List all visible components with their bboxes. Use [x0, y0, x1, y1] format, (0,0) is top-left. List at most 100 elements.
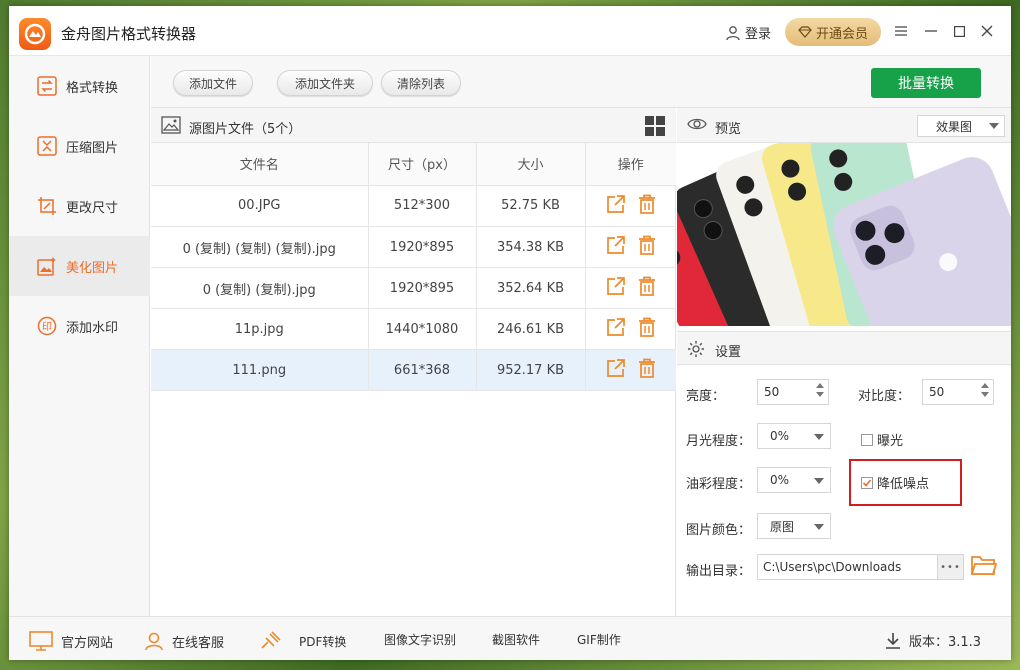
dimensions-cell: 661*368 — [368, 349, 477, 391]
column-header-size: 大小 — [476, 143, 586, 186]
table-row[interactable]: 111.png 661*368 952.17 KB — [151, 349, 676, 391]
version-label: 版本：3.1.3 — [909, 635, 982, 650]
open-external-icon[interactable] — [606, 235, 626, 259]
preview-title: 预览 — [715, 122, 742, 137]
sidebar-item-label: 美化图片 — [66, 260, 119, 276]
app-logo-icon — [19, 18, 51, 50]
brightness-stepper[interactable]: 50 — [757, 379, 829, 405]
watermark-icon: 印 — [37, 316, 57, 336]
version-info: 版本：3.1.3 — [885, 631, 981, 650]
trash-icon[interactable] — [638, 235, 656, 259]
denoise-checkbox[interactable]: 降低噪点 — [861, 473, 929, 492]
resize-icon — [37, 196, 57, 216]
folder-icon[interactable] — [970, 554, 998, 580]
chevron-up-icon[interactable] — [816, 383, 824, 388]
file-list-panel: 源图片文件（5个） 文件名 尺寸（px） 大小 操作 00.JPG 512*300… — [151, 108, 676, 616]
diamond-icon — [798, 26, 812, 38]
image-color-value: 原图 — [770, 519, 795, 534]
preview-mode-value: 效果图 — [936, 119, 973, 134]
open-external-icon[interactable] — [606, 317, 626, 341]
dimensions-cell: 512*300 — [368, 185, 477, 227]
pdf-convert-link[interactable]: PDF转换 — [259, 631, 346, 651]
pdf-convert-label: PDF转换 — [299, 634, 347, 649]
sidebar-item-beautify[interactable]: 美化图片 — [9, 236, 150, 296]
file-name-cell: 00.JPG — [151, 185, 369, 227]
ocr-link[interactable]: 图像文字识别 — [384, 631, 456, 648]
close-button[interactable] — [976, 20, 998, 42]
checkbox-box[interactable] — [861, 433, 873, 446]
plugin-icon — [261, 631, 281, 649]
gif-maker-link[interactable]: GIF制作 — [577, 631, 621, 648]
menu-icon — [895, 26, 907, 36]
open-external-icon[interactable] — [606, 358, 626, 382]
table-row[interactable]: 00.JPG 512*300 52.75 KB — [151, 185, 676, 227]
online-service-link[interactable]: 在线客服 — [144, 631, 224, 651]
moonlight-value: 0% — [770, 429, 790, 443]
login-button[interactable]: 登录 — [725, 23, 771, 42]
screenshot-software-link[interactable]: 截图软件 — [492, 631, 540, 648]
output-dir-label: 输出目录： — [686, 564, 752, 579]
exposure-checkbox[interactable]: 曝光 — [861, 430, 903, 449]
image-color-label: 图片颜色： — [686, 523, 752, 538]
trash-icon[interactable] — [638, 358, 656, 382]
file-size-cell: 246.61 KB — [476, 308, 586, 350]
sidebar-item-compress[interactable]: 压缩图片 — [9, 116, 150, 176]
chevron-down-icon — [814, 434, 824, 440]
official-site-label: 官方网站 — [61, 635, 114, 651]
output-dir-input[interactable]: C:\Users\pc\Downloads — [757, 554, 964, 580]
table-row[interactable]: 0 (复制) (复制) (复制).jpg 1920*895 354.38 KB — [151, 226, 676, 268]
file-size-cell: 352.64 KB — [476, 267, 586, 309]
brightness-value: 50 — [764, 385, 780, 399]
moonlight-label: 月光程度： — [686, 434, 752, 449]
app-window: 金舟图片格式转换器 登录 开通会员 格式转换 压缩图片 更改尺寸 美化图片 印 … — [9, 6, 1011, 660]
sidebar-item-watermark[interactable]: 印 添加水印 — [9, 296, 150, 356]
table-row[interactable]: 11p.jpg 1440*1080 246.61 KB — [151, 308, 676, 350]
moonlight-select[interactable]: 0% — [757, 423, 831, 449]
preview-panel: 预览 效果图 设置 亮度： 50 对比度： 50 月光程度： 0% 曝光 油彩程… — [677, 108, 1011, 616]
image-color-select[interactable]: 原图 — [757, 513, 831, 539]
menu-button[interactable] — [890, 20, 912, 42]
chevron-up-icon[interactable] — [981, 383, 989, 388]
sidebar: 格式转换 压缩图片 更改尺寸 美化图片 印 添加水印 — [9, 56, 150, 616]
checkbox-box[interactable] — [861, 476, 873, 489]
maximize-button[interactable] — [948, 20, 970, 42]
actions-cell — [585, 309, 676, 350]
open-external-icon[interactable] — [606, 194, 626, 218]
add-folder-button[interactable]: 添加文件夹 — [277, 70, 373, 96]
file-size-cell: 354.38 KB — [476, 226, 586, 268]
chevron-down-icon[interactable] — [981, 392, 989, 397]
customer-service-icon — [145, 632, 163, 651]
actions-cell — [585, 186, 676, 227]
file-list-title: 源图片文件（5个） — [189, 122, 302, 137]
chevron-down-icon — [814, 478, 824, 484]
chevron-down-icon[interactable] — [816, 392, 824, 397]
browse-button[interactable]: ••• — [937, 555, 963, 579]
beautify-icon — [37, 256, 57, 276]
vip-button[interactable]: 开通会员 — [785, 18, 881, 46]
preview-mode-select[interactable]: 效果图 — [917, 115, 1005, 137]
preview-header: 预览 效果图 — [677, 108, 1011, 143]
clear-list-button[interactable]: 清除列表 — [381, 70, 461, 96]
sidebar-item-label: 格式转换 — [66, 80, 119, 96]
contrast-stepper[interactable]: 50 — [922, 379, 994, 405]
trash-icon[interactable] — [638, 194, 656, 218]
oil-paint-select[interactable]: 0% — [757, 467, 831, 493]
column-header-actions: 操作 — [585, 143, 676, 186]
title-bar: 金舟图片格式转换器 登录 开通会员 — [9, 6, 1011, 56]
add-file-button[interactable]: 添加文件 — [173, 70, 253, 96]
file-name-cell: 0 (复制) (复制).jpg — [151, 267, 369, 309]
open-external-icon[interactable] — [606, 276, 626, 300]
grid-view-icon[interactable] — [645, 116, 665, 140]
trash-icon[interactable] — [638, 276, 656, 300]
exposure-label: 曝光 — [877, 434, 904, 449]
oil-paint-value: 0% — [770, 473, 790, 487]
trash-icon[interactable] — [638, 317, 656, 341]
official-site-link[interactable]: 官方网站 — [29, 631, 113, 651]
more-dots: ••• — [940, 561, 961, 573]
sidebar-item-resize[interactable]: 更改尺寸 — [9, 176, 150, 236]
table-row[interactable]: 0 (复制) (复制).jpg 1920*895 352.64 KB — [151, 267, 676, 309]
minimize-button[interactable] — [920, 20, 942, 42]
batch-convert-button[interactable]: 批量转换 — [871, 68, 981, 98]
gear-icon — [687, 340, 705, 362]
sidebar-item-format-convert[interactable]: 格式转换 — [9, 56, 150, 116]
